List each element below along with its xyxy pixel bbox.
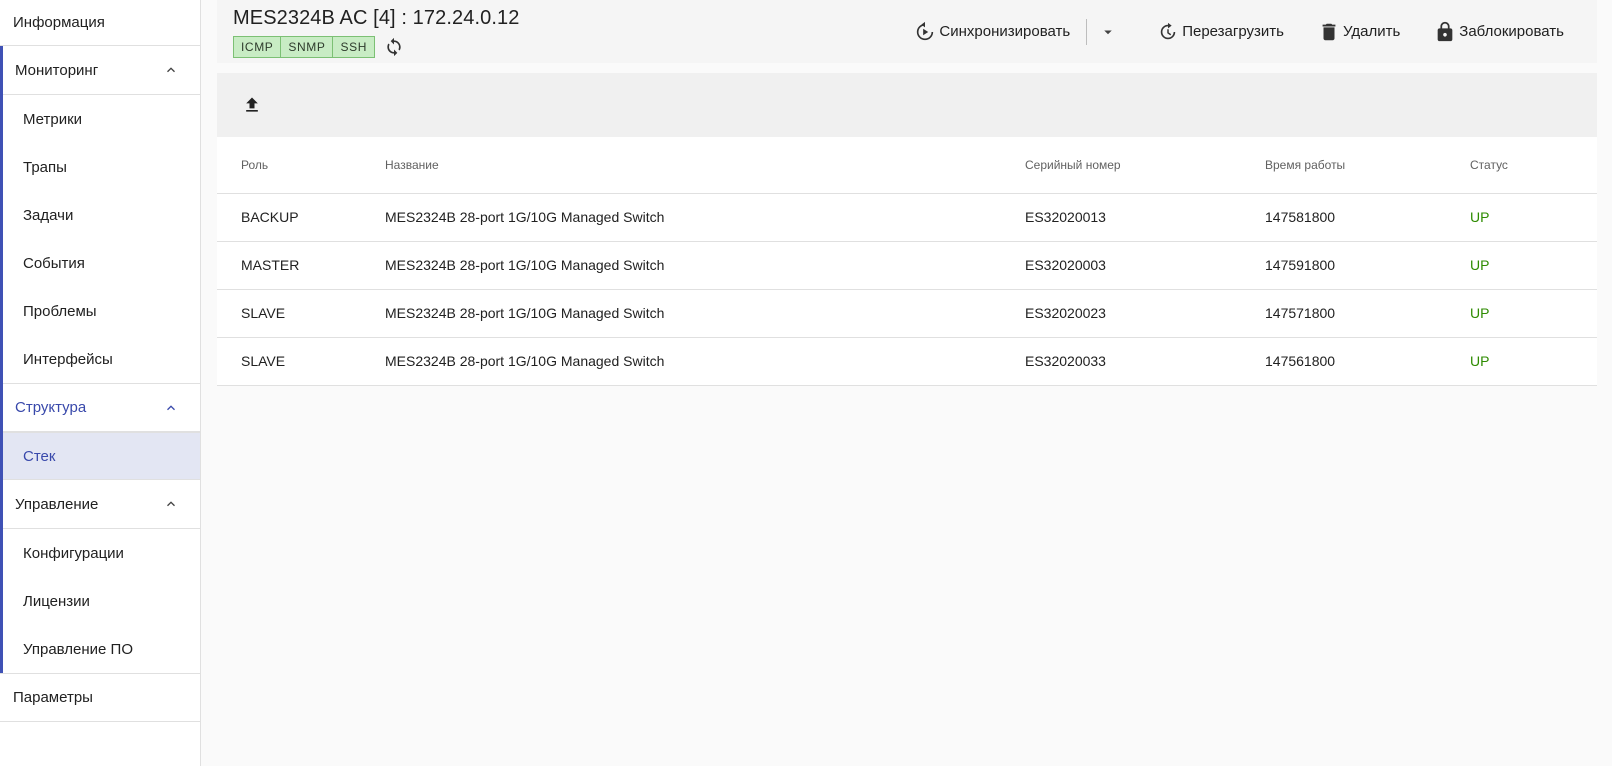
reload-button[interactable]: Перезагрузить — [1157, 21, 1284, 43]
cell-status: UP — [1470, 337, 1597, 386]
chevron-up-icon — [167, 67, 175, 73]
sync-label: Синхронизировать — [939, 23, 1071, 40]
lock-label: Заблокировать — [1459, 23, 1564, 40]
cell-uptime: 147581800 — [1265, 193, 1470, 242]
sidebar-item-traps[interactable]: Трапы — [0, 143, 200, 191]
sidebar-item-tasks[interactable]: Задачи — [0, 191, 200, 239]
protocol-badges: ICMP SNMP SSH — [233, 36, 405, 58]
cell-name: MES2324B 28-port 1G/10G Managed Switch — [385, 337, 1025, 386]
sidebar-group-label: Мониторинг — [15, 61, 99, 79]
stack-table: Роль Название Серийный номер Время работ… — [217, 137, 1597, 386]
toolbar-divider — [1086, 18, 1088, 45]
cell-status: UP — [1470, 193, 1597, 242]
cell-serial: ES32020013 — [1025, 193, 1265, 242]
sync-play-icon — [917, 21, 934, 40]
sidebar-item-info[interactable]: Информация — [0, 0, 200, 46]
badge-snmp: SNMP — [281, 36, 334, 58]
sidebar-group-structure: Структура Стек — [0, 383, 200, 480]
sidebar-item-configurations[interactable]: Конфигурации — [0, 529, 200, 577]
cell-serial: ES32020023 — [1025, 289, 1265, 338]
reload-label: Перезагрузить — [1182, 23, 1284, 40]
table-row[interactable]: MASTER MES2324B 28-port 1G/10G Managed S… — [217, 241, 1597, 290]
delete-label: Удалить — [1343, 23, 1401, 40]
sidebar-item-metrics[interactable]: Метрики — [0, 95, 200, 143]
caret-down-icon — [1104, 30, 1112, 34]
column-header-serial[interactable]: Серийный номер — [1025, 137, 1265, 194]
sidebar-item-events[interactable]: События — [0, 239, 200, 287]
sidebar-item-problems[interactable]: Проблемы — [0, 287, 200, 335]
header-toolbar: Синхронизировать Перезагрузить Удалить З… — [914, 0, 1597, 63]
cell-uptime: 147561800 — [1265, 337, 1470, 386]
stack-panel: Роль Название Серийный номер Время работ… — [217, 73, 1597, 386]
sidebar-group-header-structure[interactable]: Структура — [0, 383, 200, 432]
delete-button[interactable]: Удалить — [1318, 21, 1400, 43]
table-toolbar — [217, 73, 1597, 137]
sidebar-item-parameters[interactable]: Параметры — [0, 673, 200, 722]
chevron-up-icon — [167, 501, 175, 507]
device-header: MES2324B AC [4] : 172.24.0.12 ICMP SNMP … — [217, 0, 1597, 63]
column-header-uptime[interactable]: Время работы — [1265, 137, 1470, 194]
cell-name: MES2324B 28-port 1G/10G Managed Switch — [385, 193, 1025, 242]
lock-icon — [1437, 21, 1453, 41]
table-row[interactable]: BACKUP MES2324B 28-port 1G/10G Managed S… — [217, 193, 1597, 242]
sync-dropdown-button[interactable] — [1097, 21, 1119, 43]
column-header-name[interactable]: Название — [385, 137, 1025, 194]
chevron-up-icon — [167, 404, 175, 410]
page-title: MES2324B AC [4] : 172.24.0.12 — [233, 7, 520, 29]
refresh-icon[interactable] — [383, 36, 405, 58]
trash-icon — [1322, 23, 1336, 40]
lock-button[interactable]: Заблокировать — [1434, 21, 1564, 43]
cell-status: UP — [1470, 241, 1597, 290]
column-header-status[interactable]: Статус — [1470, 137, 1597, 194]
cell-name: MES2324B 28-port 1G/10G Managed Switch — [385, 241, 1025, 290]
sidebar-group-label: Структура — [15, 399, 87, 416]
sidebar-item-licenses[interactable]: Лицензии — [0, 577, 200, 625]
cell-name: MES2324B 28-port 1G/10G Managed Switch — [385, 289, 1025, 338]
sidebar-group-header-monitoring[interactable]: Мониторинг — [0, 46, 200, 95]
sidebar-item-interfaces[interactable]: Интерфейсы — [0, 335, 200, 383]
cell-serial: ES32020033 — [1025, 337, 1265, 386]
cell-serial: ES32020003 — [1025, 241, 1265, 290]
cell-role: SLAVE — [217, 289, 385, 338]
sidebar: Информация Мониторинг Метрики Трапы Зада… — [0, 0, 201, 766]
sidebar-item-software-management[interactable]: Управление ПО — [0, 625, 200, 673]
cell-status: UP — [1470, 289, 1597, 338]
upload-icon[interactable] — [241, 94, 263, 116]
restart-icon — [1160, 22, 1176, 39]
sidebar-group-management: Управление Конфигурации Лицензии Управле… — [0, 480, 200, 673]
table-row[interactable]: SLAVE MES2324B 28-port 1G/10G Managed Sw… — [217, 337, 1597, 386]
cell-uptime: 147571800 — [1265, 289, 1470, 338]
cell-uptime: 147591800 — [1265, 241, 1470, 290]
table-row[interactable]: SLAVE MES2324B 28-port 1G/10G Managed Sw… — [217, 289, 1597, 338]
sidebar-group-monitoring: Мониторинг Метрики Трапы Задачи События … — [0, 46, 200, 383]
sidebar-group-header-management[interactable]: Управление — [0, 480, 200, 529]
cell-role: SLAVE — [217, 337, 385, 386]
cell-role: BACKUP — [217, 193, 385, 242]
table-header-row: Роль Название Серийный номер Время работ… — [217, 137, 1597, 194]
column-header-role[interactable]: Роль — [217, 137, 385, 194]
cell-role: MASTER — [217, 241, 385, 290]
sync-button[interactable]: Синхронизировать — [914, 21, 1070, 43]
badge-ssh: SSH — [333, 36, 375, 58]
sidebar-group-label: Управление — [15, 495, 99, 513]
sidebar-item-stack[interactable]: Стек — [0, 432, 200, 480]
badge-icmp: ICMP — [233, 36, 282, 58]
